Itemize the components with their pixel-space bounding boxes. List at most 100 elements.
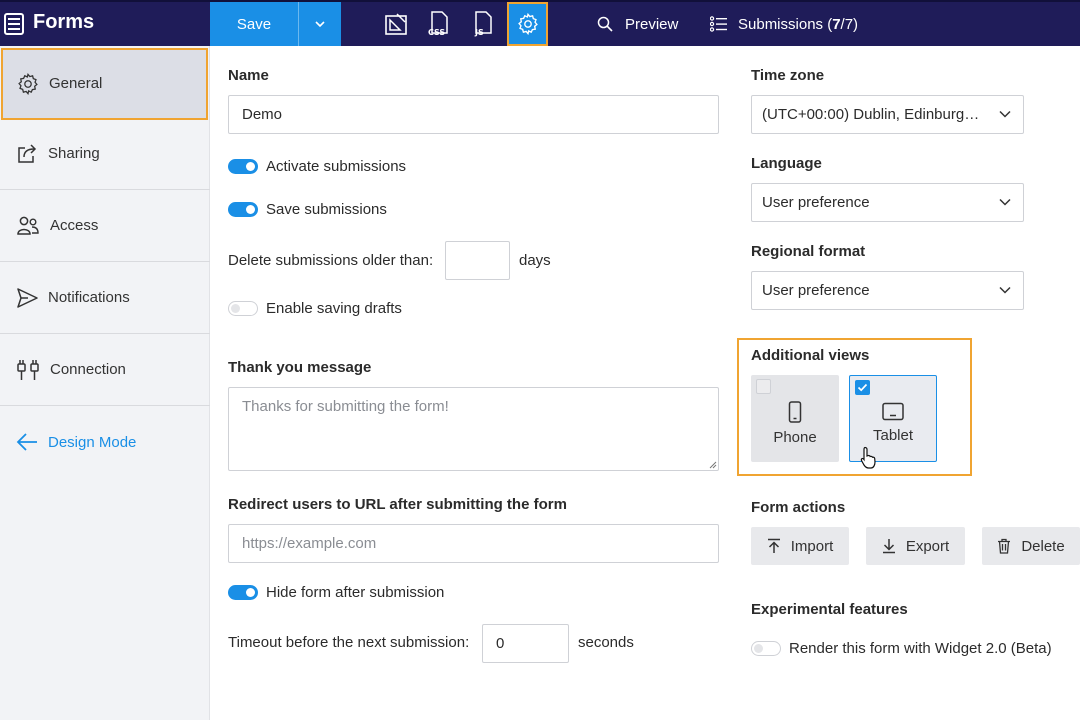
widget-label: Render this form with Widget 2.0 (Beta) <box>789 640 1052 657</box>
chevron-down-icon <box>999 286 1011 294</box>
preview-link[interactable]: Preview <box>597 2 678 46</box>
additional-views-label: Additional views <box>751 347 870 364</box>
view-card-phone[interactable]: Phone <box>751 375 839 462</box>
drafts-row: Enable saving drafts <box>228 300 402 317</box>
send-icon <box>17 287 38 308</box>
save-submissions-row: Save submissions <box>228 201 387 218</box>
sidebar-item-label: Connection <box>50 361 126 378</box>
phone-checkbox[interactable] <box>756 379 771 394</box>
timezone-label: Time zone <box>751 67 825 84</box>
css-file-icon: CSS <box>428 11 448 37</box>
css-icon-button[interactable]: CSS <box>421 2 457 46</box>
js-icon-button[interactable]: JS <box>465 2 501 46</box>
plug-icon <box>17 359 39 380</box>
activate-submissions-toggle[interactable] <box>228 159 258 174</box>
name-value: Demo <box>242 106 283 123</box>
import-label: Import <box>790 537 834 555</box>
ruler-icon-button[interactable] <box>378 2 414 46</box>
delete-days-unit: days <box>519 252 551 269</box>
language-select[interactable]: User preference <box>751 183 1024 222</box>
top-bar: Forms Save CSS JS Preview Submissions (… <box>0 0 1080 46</box>
delete-form-button[interactable]: Delete <box>982 527 1080 565</box>
timezone-select[interactable]: (UTC+00:00) Dublin, Edinburgh, Lisbon, L… <box>751 95 1024 134</box>
timeout-value: 0 <box>496 635 505 652</box>
menu-icon[interactable] <box>4 13 24 35</box>
name-input[interactable]: Demo <box>228 95 719 134</box>
sidebar-item-design-mode[interactable]: Design Mode <box>0 406 210 478</box>
tablet-icon <box>882 402 904 421</box>
save-submissions-label: Save submissions <box>266 201 387 218</box>
upload-icon <box>767 538 780 553</box>
sidebar-item-access[interactable]: Access <box>0 190 210 262</box>
widget-toggle[interactable] <box>751 641 781 656</box>
import-button[interactable]: Import <box>751 527 849 565</box>
phone-label: Phone <box>773 429 817 446</box>
resize-handle-icon[interactable] <box>707 459 717 469</box>
preview-label: Preview <box>625 15 679 33</box>
ruler-icon <box>385 13 407 35</box>
timeout-unit: seconds <box>578 634 634 651</box>
widget-row: Render this form with Widget 2.0 (Beta) <box>751 640 1052 657</box>
delete-submissions-label: Delete submissions older than: <box>228 252 434 269</box>
form-actions-label: Form actions <box>751 499 846 516</box>
sidebar-item-label: General <box>49 75 103 92</box>
timezone-value: (UTC+00:00) Dublin, Edinburgh, Lisbon, L… <box>762 106 984 123</box>
hide-form-toggle[interactable] <box>228 585 258 600</box>
download-icon <box>882 539 895 554</box>
sidebar-item-label: Design Mode <box>48 433 137 451</box>
redirect-label: Redirect users to URL after submitting t… <box>228 496 567 513</box>
list-icon <box>710 16 727 32</box>
enable-drafts-toggle[interactable] <box>228 301 258 316</box>
save-dropdown-button[interactable] <box>298 2 341 46</box>
save-submissions-toggle[interactable] <box>228 202 258 217</box>
app-title: Forms <box>33 11 95 33</box>
export-button[interactable]: Export <box>866 527 965 565</box>
submissions-label: Submissions ( <box>738 15 833 33</box>
hide-form-row: Hide form after submission <box>228 584 444 601</box>
save-button[interactable]: Save <box>210 2 298 46</box>
thank-you-placeholder: Thanks for submitting the form! <box>242 398 449 415</box>
submissions-link[interactable]: Submissions (7/7) <box>710 2 858 46</box>
tablet-label: Tablet <box>872 427 914 444</box>
sidebar-item-label: Access <box>50 217 99 234</box>
settings-button[interactable] <box>507 2 548 46</box>
sidebar-item-label: Notifications <box>48 289 130 306</box>
thank-you-label: Thank you message <box>228 359 372 376</box>
tablet-checkbox[interactable] <box>855 380 870 395</box>
js-file-icon: JS <box>474 11 492 37</box>
export-label: Export <box>905 537 950 555</box>
sidebar-item-sharing[interactable]: Sharing <box>0 118 210 190</box>
sidebar: General Sharing Access Notifications Con… <box>0 46 210 720</box>
timeout-input[interactable]: 0 <box>482 624 569 663</box>
sidebar-item-notifications[interactable]: Notifications <box>0 262 210 334</box>
phone-icon <box>788 401 802 423</box>
sidebar-item-connection[interactable]: Connection <box>0 334 210 406</box>
redirect-url-input[interactable]: https://example.com <box>228 524 719 563</box>
regional-format-value: User preference <box>762 282 870 299</box>
chevron-down-icon <box>999 198 1011 206</box>
redirect-placeholder: https://example.com <box>242 535 377 552</box>
checkmark-icon <box>857 383 868 392</box>
activate-submissions-label: Activate submissions <box>266 158 407 175</box>
sidebar-item-general[interactable]: General <box>1 48 208 120</box>
name-label: Name <box>228 67 269 84</box>
search-icon <box>597 16 613 32</box>
thank-you-textarea[interactable]: Thanks for submitting the form! <box>228 387 719 471</box>
cursor-pointer-icon <box>860 446 876 469</box>
chevron-down-icon <box>999 110 1011 118</box>
language-label: Language <box>751 155 822 172</box>
regional-format-select[interactable]: User preference <box>751 271 1024 310</box>
language-value: User preference <box>762 194 870 211</box>
enable-drafts-label: Enable saving drafts <box>266 300 402 317</box>
arrow-left-icon <box>16 433 37 451</box>
timeout-label: Timeout before the next submission: <box>228 634 470 651</box>
activate-submissions-row: Activate submissions <box>228 158 406 175</box>
submissions-count: 7 <box>832 15 841 33</box>
regional-format-label: Regional format <box>751 243 866 260</box>
users-icon <box>17 216 39 235</box>
submissions-total: /7) <box>840 15 859 33</box>
share-icon <box>18 143 37 163</box>
gear-icon <box>18 72 38 95</box>
delete-days-input[interactable] <box>445 241 510 280</box>
sidebar-item-label: Sharing <box>48 145 100 162</box>
